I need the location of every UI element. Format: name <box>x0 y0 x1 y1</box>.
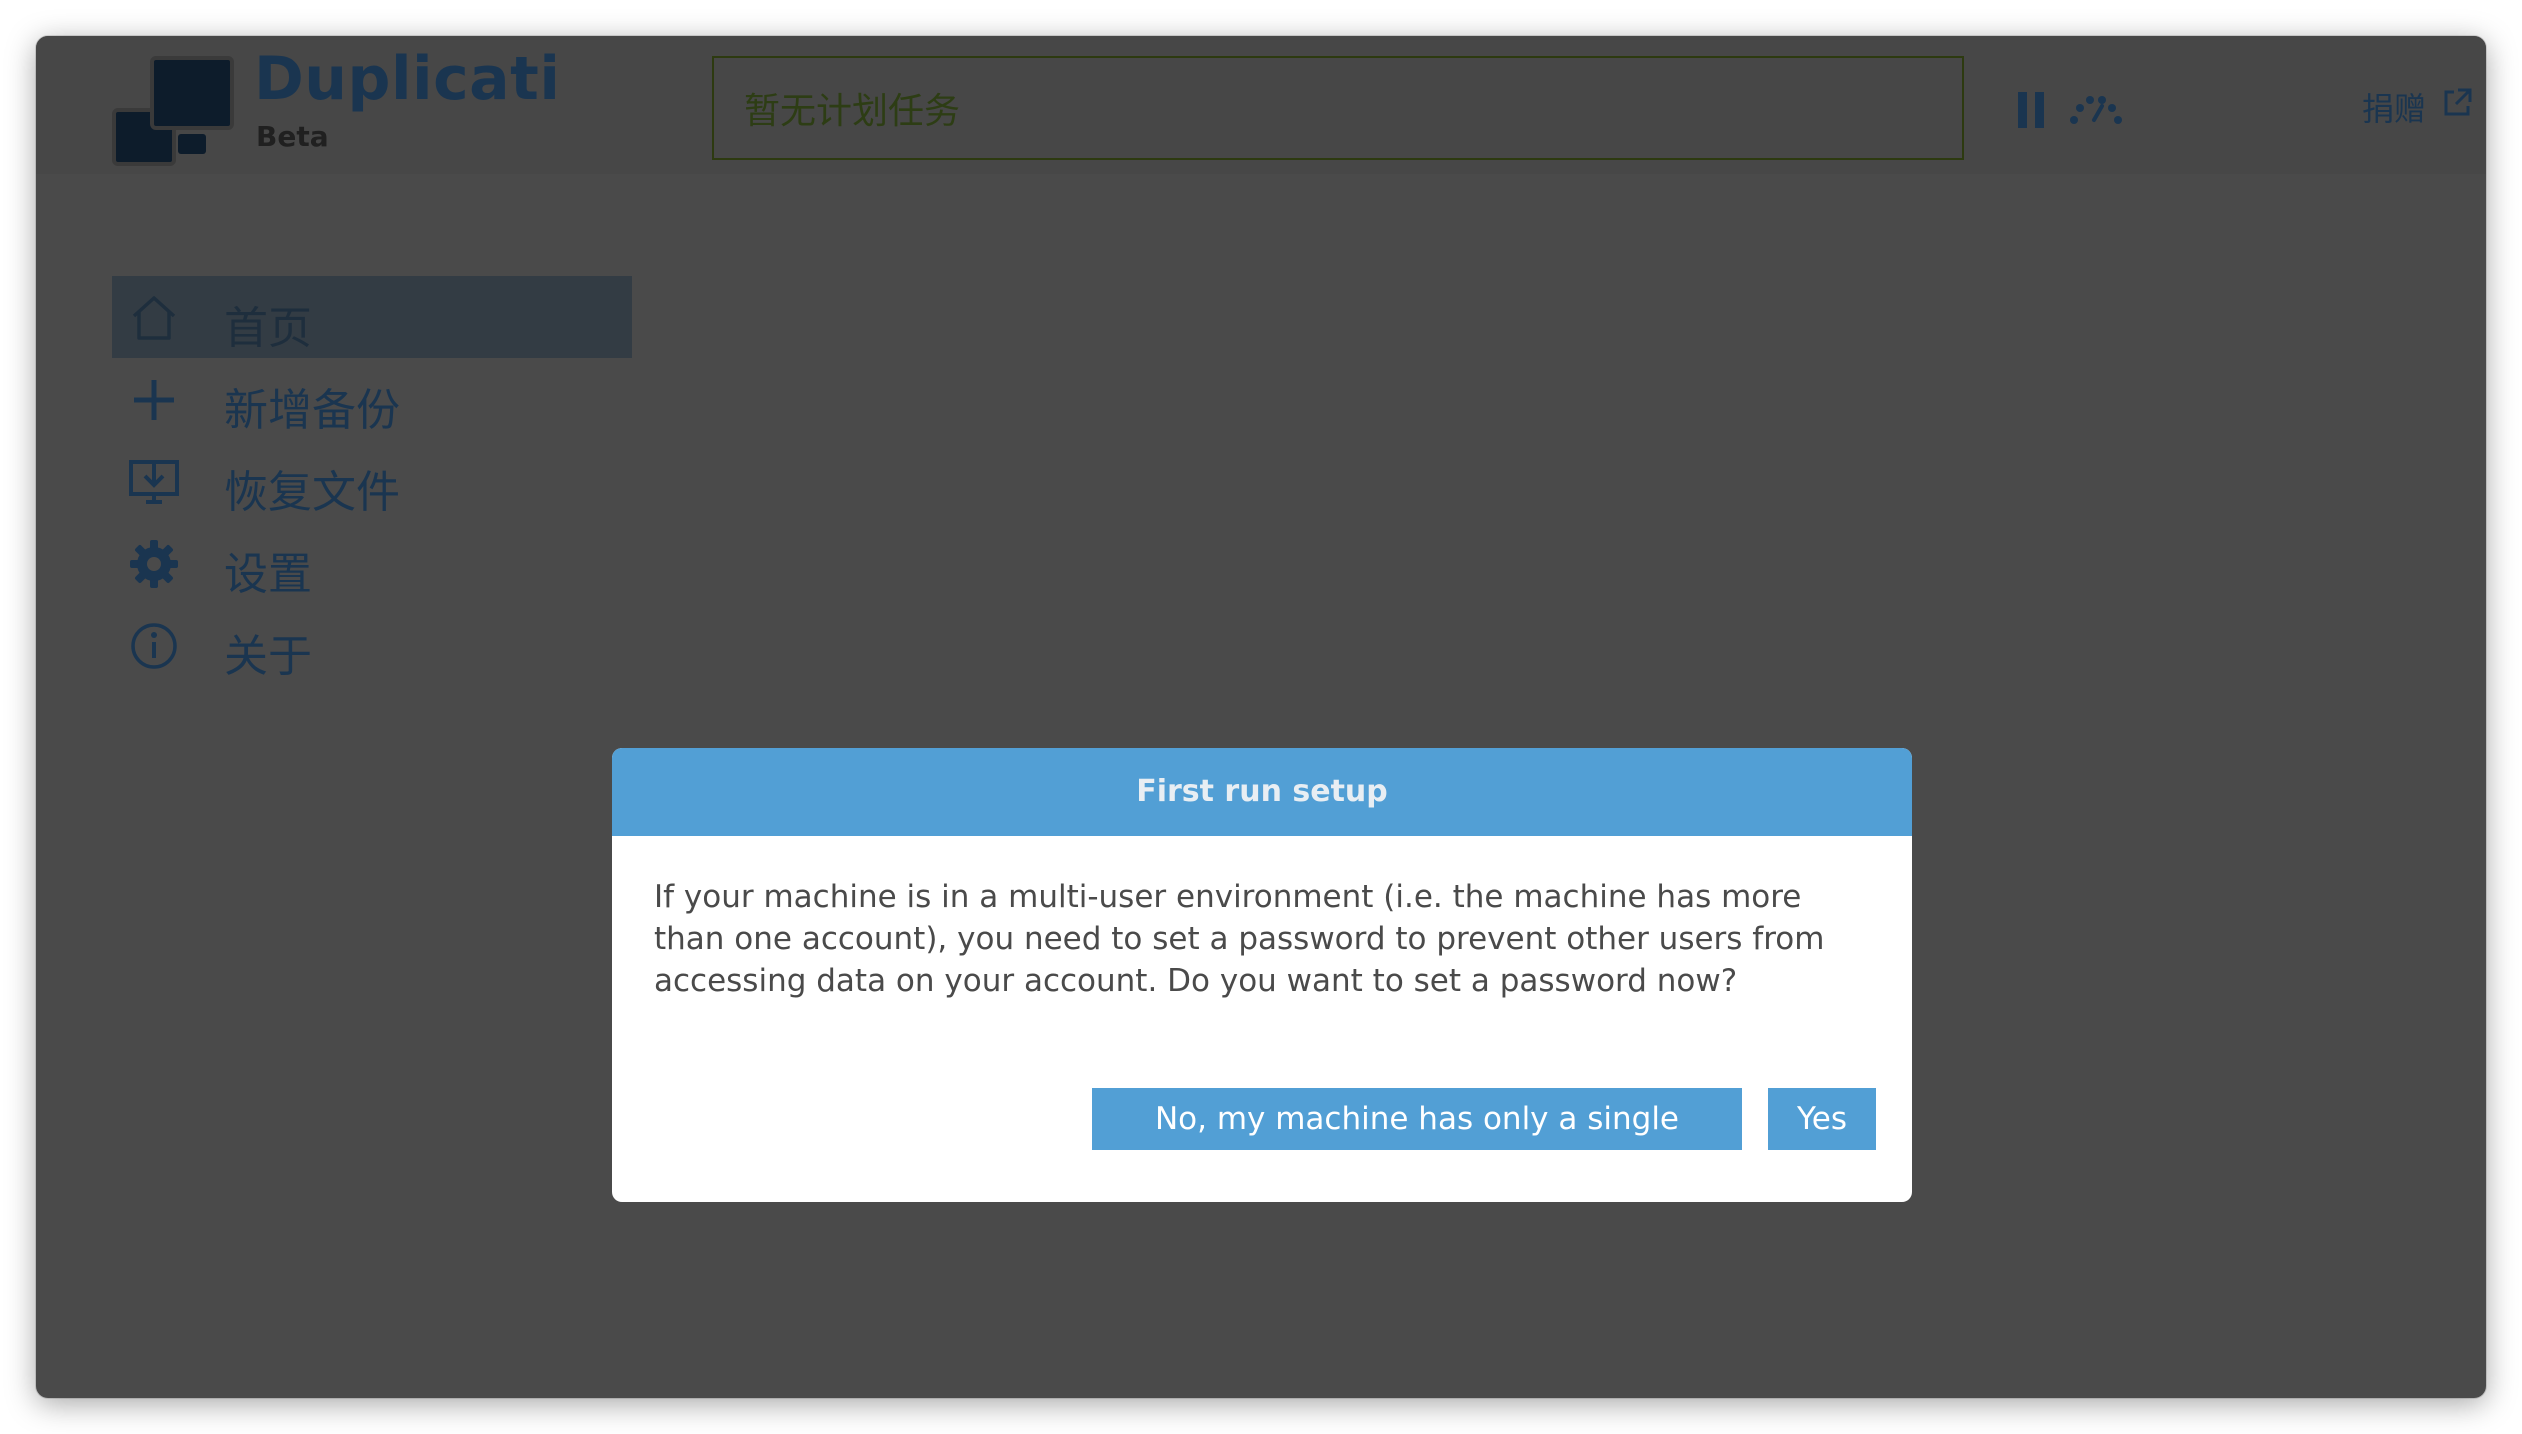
duplicati-logo[interactable] <box>112 50 246 168</box>
dialog-message: If your machine is in a multi-user envir… <box>654 879 1825 999</box>
pause-icon[interactable] <box>2018 92 2046 128</box>
home-icon <box>132 296 176 340</box>
first-run-dialog: First run setup If your machine is in a … <box>612 748 1912 1202</box>
app-window: Duplicati Beta 暂无计划任务 捐赠 首页 新增备份 恢复文件 设置… <box>36 36 2486 1398</box>
logo-shape-tiny <box>178 134 206 154</box>
top-bar: Duplicati Beta 暂无计划任务 捐赠 <box>36 36 2486 174</box>
info-icon <box>131 623 177 669</box>
sidebar-item-restore[interactable]: 恢复文件 <box>112 440 632 522</box>
logo-shape-large <box>150 56 234 130</box>
status-text: 暂无计划任务 <box>744 91 961 132</box>
plus-icon <box>134 380 174 420</box>
yes-button[interactable]: Yes <box>1768 1088 1876 1150</box>
status-box[interactable]: 暂无计划任务 <box>712 56 1964 160</box>
sidebar-item-label: 恢复文件 <box>224 467 400 518</box>
throttle-icon[interactable] <box>2068 90 2124 130</box>
sidebar-item-label: 首页 <box>224 303 312 354</box>
sidebar-item-add-backup[interactable]: 新增备份 <box>112 358 632 440</box>
dialog-title: First run setup <box>612 748 1912 836</box>
brand-name[interactable]: Duplicati <box>254 44 560 114</box>
gear-icon <box>130 540 178 588</box>
single-account-button[interactable]: No, my machine has only a single account <box>1092 1088 1742 1199</box>
sidebar-item-label: 关于 <box>224 631 312 682</box>
sidebar-item-home[interactable]: 首页 <box>112 276 632 358</box>
brand-tag: Beta <box>256 120 329 153</box>
sidebar-item-settings[interactable]: 设置 <box>112 522 632 604</box>
sidebar-item-label: 新增备份 <box>224 385 400 436</box>
sidebar-item-about[interactable]: 关于 <box>112 604 632 686</box>
external-link-icon[interactable] <box>2440 86 2474 120</box>
restore-icon <box>129 460 179 504</box>
sidebar-item-label: 设置 <box>224 549 312 600</box>
donate-link[interactable]: 捐赠 <box>2362 84 2426 130</box>
